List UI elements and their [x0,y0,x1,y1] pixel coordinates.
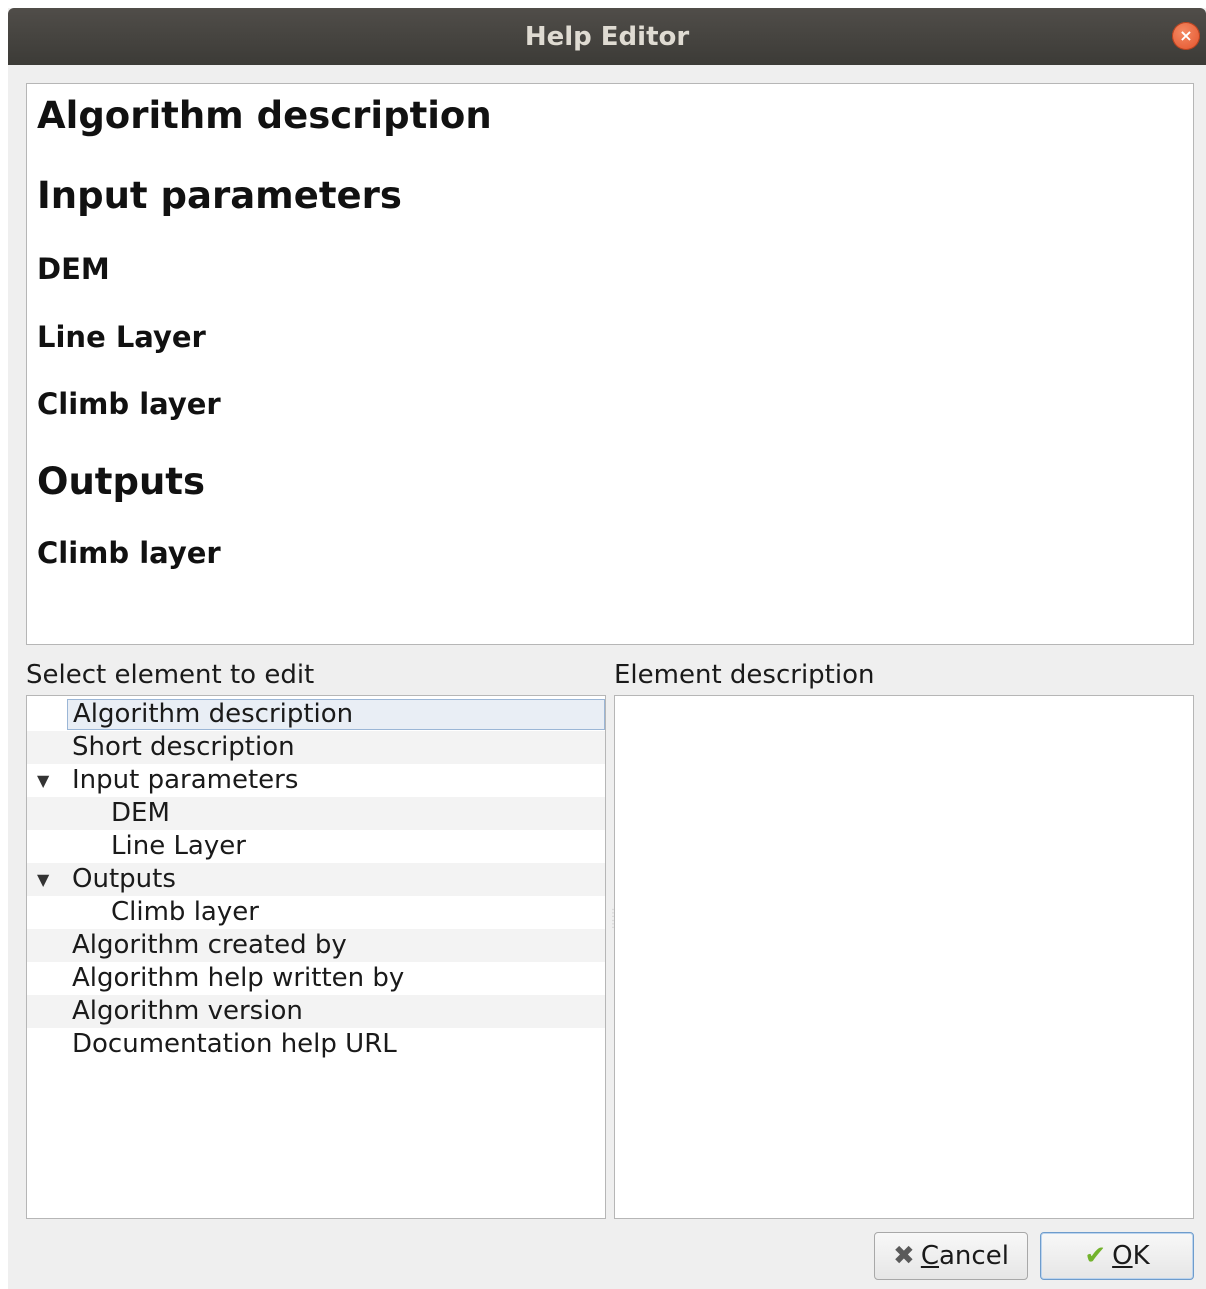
tree-item[interactable]: Short description [27,731,605,764]
tree-item[interactable]: ▼ Input parameters [27,764,605,797]
preview-heading-algorithm-description: Algorithm description [37,94,492,137]
help-editor-window: Help Editor × Algorithm description Inpu… [8,8,1206,1289]
tree-item-label: Line Layer [111,831,246,861]
preview-heading-climb-layer-output: Climb layer [37,536,221,570]
cancel-button[interactable]: ✖ Cancel [874,1232,1028,1280]
ok-label: OK [1112,1241,1150,1271]
tree-item-label: Input parameters [72,765,299,795]
expand-arrow-icon[interactable]: ▼ [37,863,49,896]
tree-item[interactable]: Algorithm help written by [27,962,605,995]
preview-heading-input-parameters: Input parameters [37,174,402,217]
tree-item[interactable]: Climb layer [27,896,605,929]
cancel-icon: ✖ [893,1241,915,1271]
tree-item[interactable]: Line Layer [27,830,605,863]
select-element-label: Select element to edit [26,660,315,690]
cancel-label: Cancel [920,1241,1009,1271]
tree-item[interactable]: Algorithm version [27,995,605,1028]
checkmark-icon: ✔ [1084,1241,1107,1271]
window-title: Help Editor [524,21,690,52]
element-description-editor[interactable] [614,695,1194,1219]
tree-item-label: Short description [72,732,295,762]
tree-item-label: Climb layer [111,897,259,927]
ok-button[interactable]: ✔ OK [1040,1232,1194,1280]
preview-heading-dem: DEM [37,252,110,286]
tree-item-label: Algorithm help written by [72,963,405,993]
tree-item[interactable]: Algorithm created by [27,929,605,962]
tree-item-label: Documentation help URL [72,1029,397,1059]
close-icon[interactable]: × [1172,22,1200,50]
tree-item-label: Algorithm created by [72,930,347,960]
preview-heading-climb-layer-input: Climb layer [37,387,221,421]
element-description-label: Element description [614,660,875,690]
splitter-handle[interactable]: ⋮ ⋮ [608,908,618,968]
tree-item-label: Outputs [72,864,176,894]
preview-heading-outputs: Outputs [37,460,206,503]
expand-arrow-icon[interactable]: ▼ [37,764,49,797]
preview-heading-line-layer: Line Layer [37,320,206,354]
element-tree[interactable]: Algorithm description Short description ▼ I… [26,695,606,1219]
tree-item[interactable]: Algorithm description [27,698,605,731]
tree-item[interactable]: DEM [27,797,605,830]
title-bar: Help Editor × [8,8,1206,65]
tree-item-label: DEM [111,798,170,828]
tree-item[interactable]: Documentation help URL [27,1028,605,1061]
tree-item-label: Algorithm version [72,996,303,1026]
tree-item[interactable]: ▼ Outputs [27,863,605,896]
help-preview: Algorithm description Input parameters D… [26,83,1194,645]
tree-item-label: Algorithm description [67,699,605,730]
